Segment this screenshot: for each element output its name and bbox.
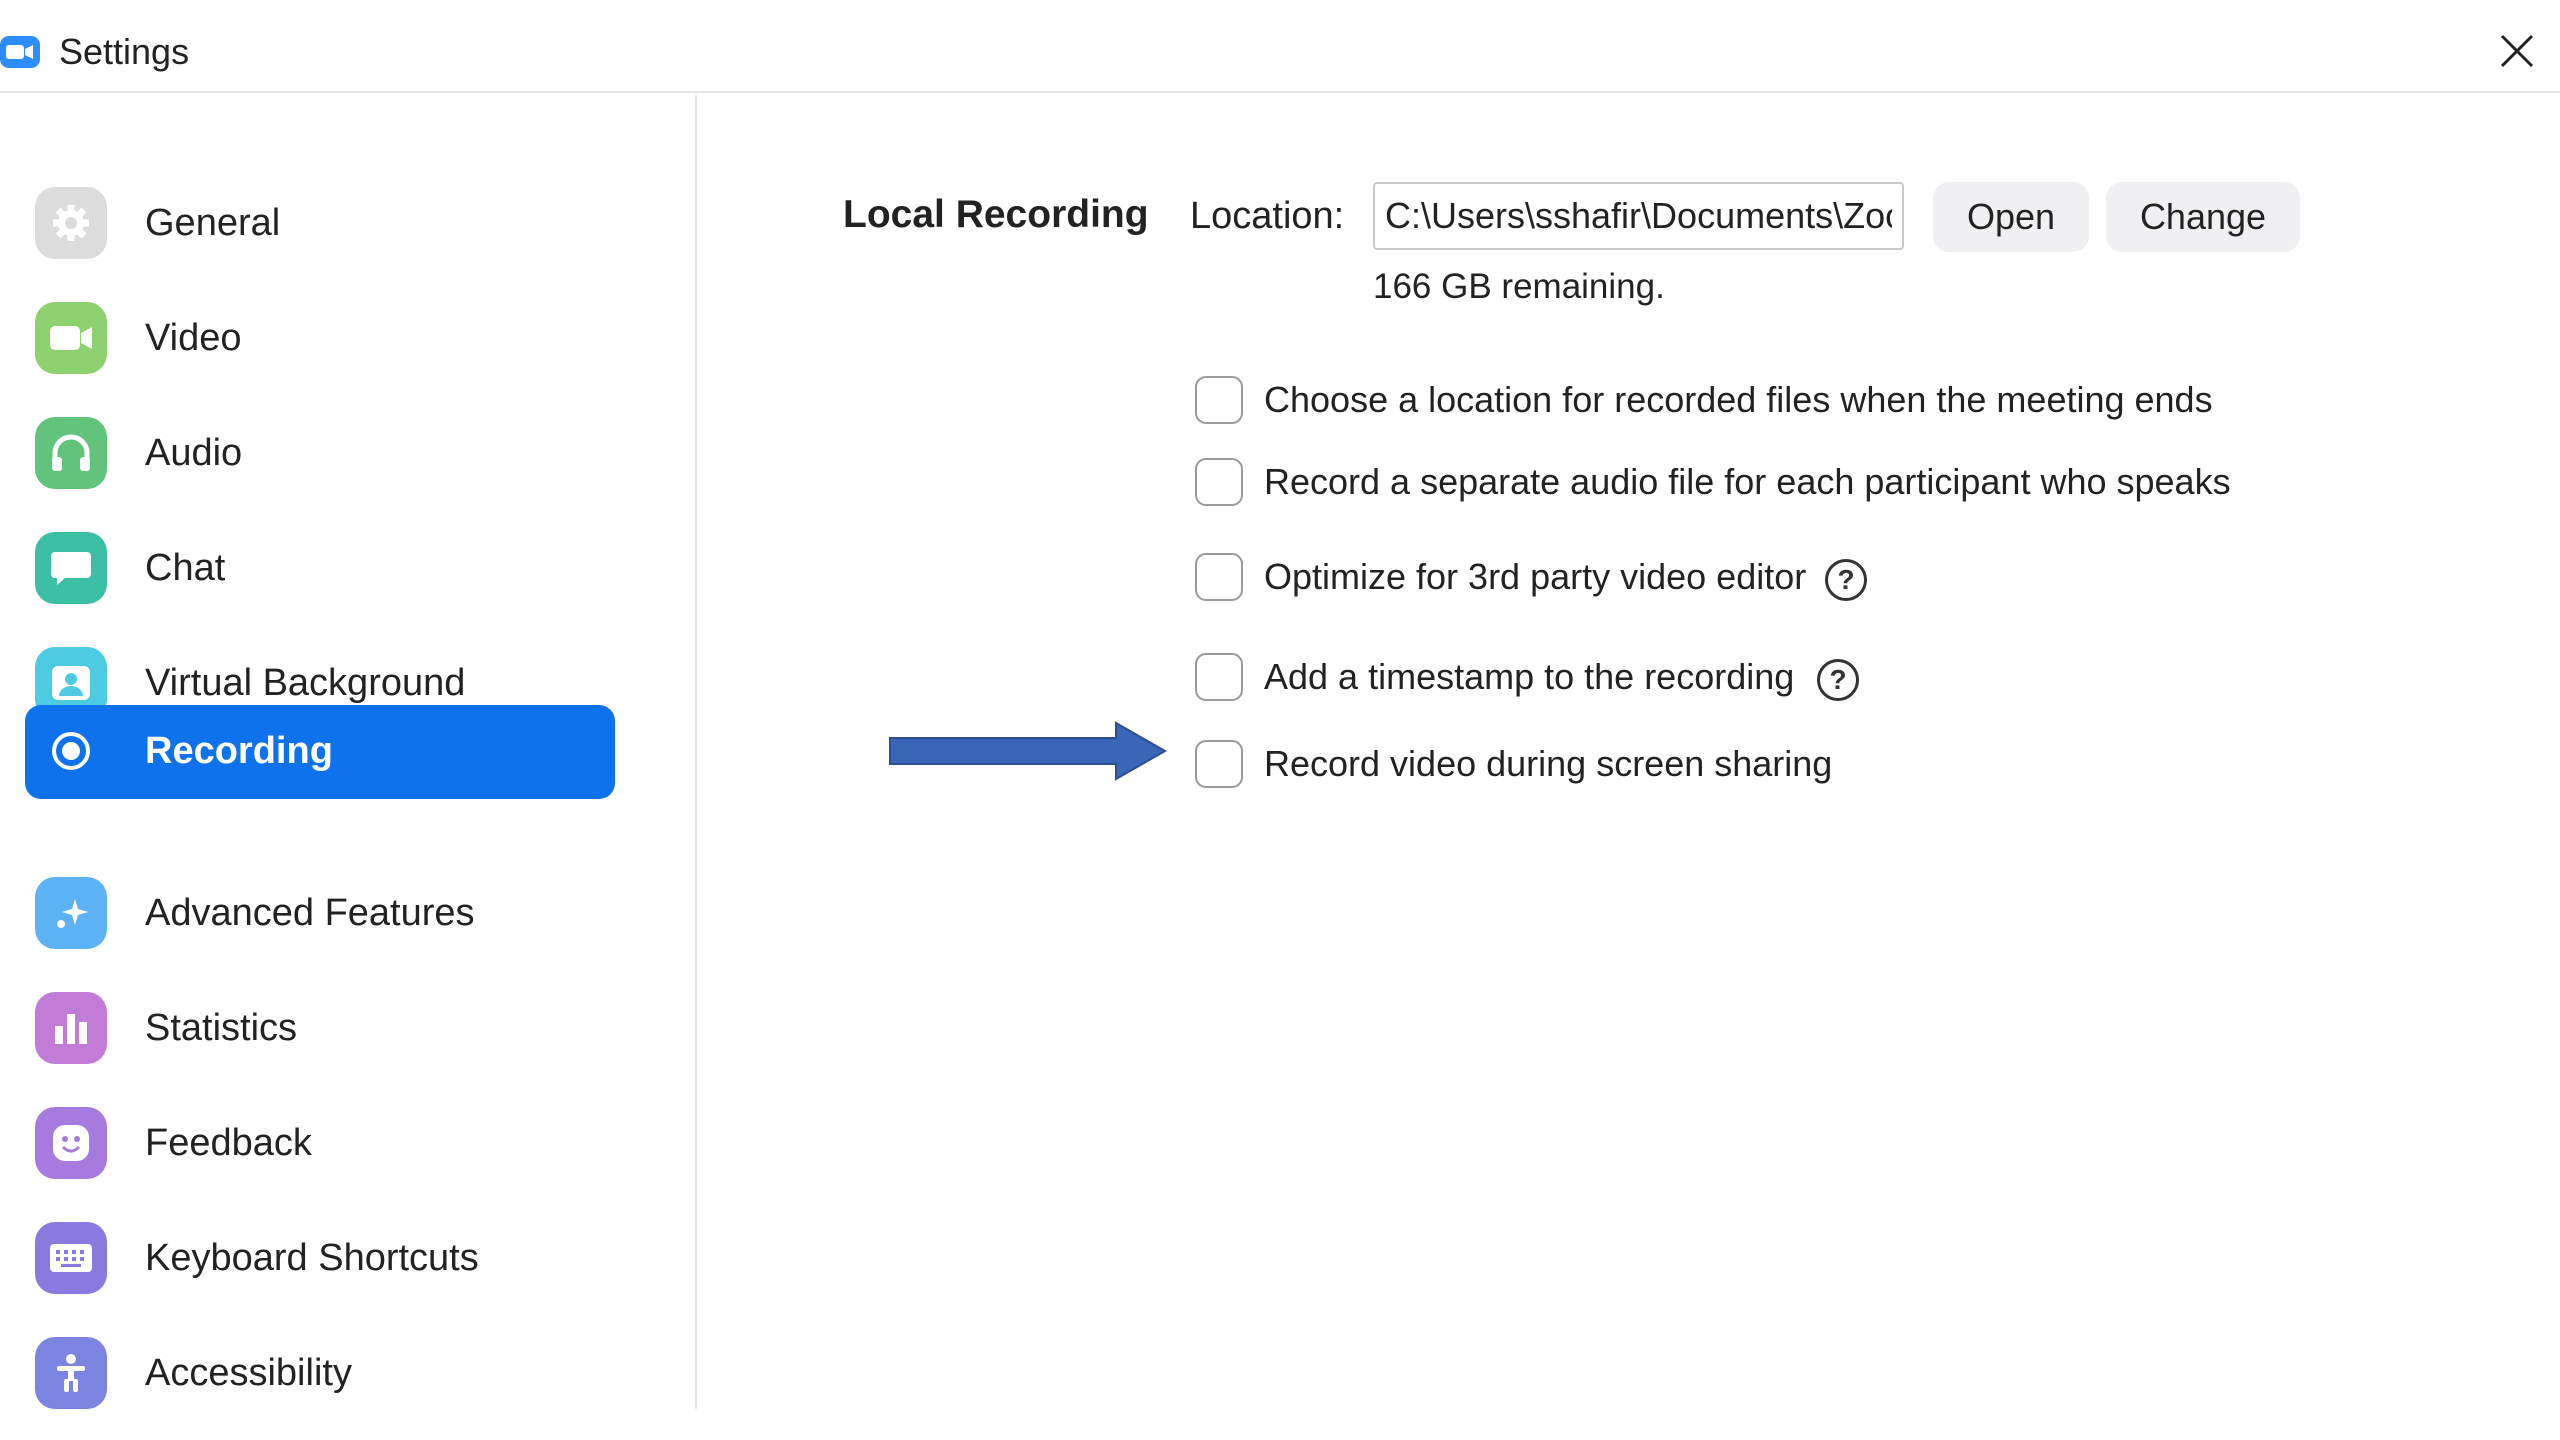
video-camera-icon (35, 302, 107, 374)
close-button[interactable] (2496, 30, 2538, 72)
choose-location-checkbox[interactable] (1195, 376, 1243, 424)
right-arrow-icon (888, 720, 1168, 787)
sidebar-item-keyboard-shortcuts[interactable]: Keyboard Shortcuts (25, 1212, 615, 1306)
sidebar-item-video[interactable]: Video (25, 292, 615, 386)
sidebar-item-label: Advanced Features (145, 892, 475, 934)
sidebar-item-general[interactable]: General (25, 177, 615, 271)
option-optimize-editor: Optimize for 3rd party video editor ? (1195, 553, 2395, 603)
sidebar-item-accessibility[interactable]: Accessibility (25, 1327, 615, 1421)
option-screen-sharing-video: Record video during screen sharing (1195, 740, 2395, 790)
record-icon (35, 715, 107, 787)
keyboard-icon (35, 1222, 107, 1294)
sidebar-item-label: Audio (145, 432, 243, 474)
close-icon (2500, 34, 2534, 68)
option-timestamp: Add a timestamp to the recording ? (1195, 653, 2395, 703)
location-path-field[interactable] (1373, 182, 1904, 250)
option-label: Choose a location for recorded files whe… (1264, 379, 2213, 420)
option-label: Add a timestamp to the recording (1264, 656, 1795, 697)
option-separate-audio: Record a separate audio file for each pa… (1195, 458, 2395, 508)
sidebar-item-label: Virtual Background (145, 662, 466, 704)
accessibility-icon (35, 1337, 107, 1409)
gear-icon (35, 187, 107, 259)
sidebar-item-feedback[interactable]: Feedback (25, 1097, 615, 1191)
optimize-editor-checkbox[interactable] (1195, 553, 1243, 601)
help-icon[interactable]: ? (1825, 559, 1867, 601)
settings-sidebar: General Video Audio Chat Virtual Backgro… (0, 95, 697, 1409)
sidebar-item-chat[interactable]: Chat (25, 522, 615, 616)
sidebar-item-label: Video (145, 317, 242, 359)
screen-sharing-video-checkbox[interactable] (1195, 740, 1243, 788)
change-button[interactable]: Change (2106, 182, 2300, 252)
sparkle-icon (35, 877, 107, 949)
chat-bubble-icon (35, 532, 107, 604)
zoom-camera-icon (0, 36, 40, 68)
smiley-icon (35, 1107, 107, 1179)
separate-audio-checkbox[interactable] (1195, 458, 1243, 506)
open-button[interactable]: Open (1933, 182, 2089, 252)
sidebar-item-label: Chat (145, 547, 226, 589)
headphones-icon (35, 417, 107, 489)
help-icon[interactable]: ? (1817, 659, 1859, 701)
option-label: Record a separate audio file for each pa… (1264, 461, 2231, 502)
option-label: Optimize for 3rd party video editor (1264, 556, 1807, 597)
title-bar: Settings (0, 0, 2560, 93)
option-label: Record video during screen sharing (1264, 743, 1833, 784)
sidebar-item-recording[interactable]: Recording (25, 705, 615, 799)
sidebar-item-advanced-features[interactable]: Advanced Features (25, 867, 615, 961)
window-title: Settings (59, 31, 190, 72)
sidebar-item-label: Keyboard Shortcuts (145, 1237, 479, 1279)
sidebar-item-label: Statistics (145, 1007, 298, 1049)
sidebar-item-label: Recording (145, 730, 333, 772)
sidebar-item-label: Feedback (145, 1122, 312, 1164)
sidebar-item-label: General (145, 202, 281, 244)
storage-remaining-text: 166 GB remaining. (1373, 267, 1665, 306)
option-choose-location: Choose a location for recorded files whe… (1195, 376, 2395, 426)
bar-chart-icon (35, 992, 107, 1064)
sidebar-item-audio[interactable]: Audio (25, 407, 615, 501)
sidebar-item-statistics[interactable]: Statistics (25, 982, 615, 1076)
local-recording-heading: Local Recording (843, 193, 1149, 236)
timestamp-checkbox[interactable] (1195, 653, 1243, 701)
sidebar-item-label: Accessibility (145, 1352, 352, 1394)
location-label: Location: (1190, 195, 1345, 237)
